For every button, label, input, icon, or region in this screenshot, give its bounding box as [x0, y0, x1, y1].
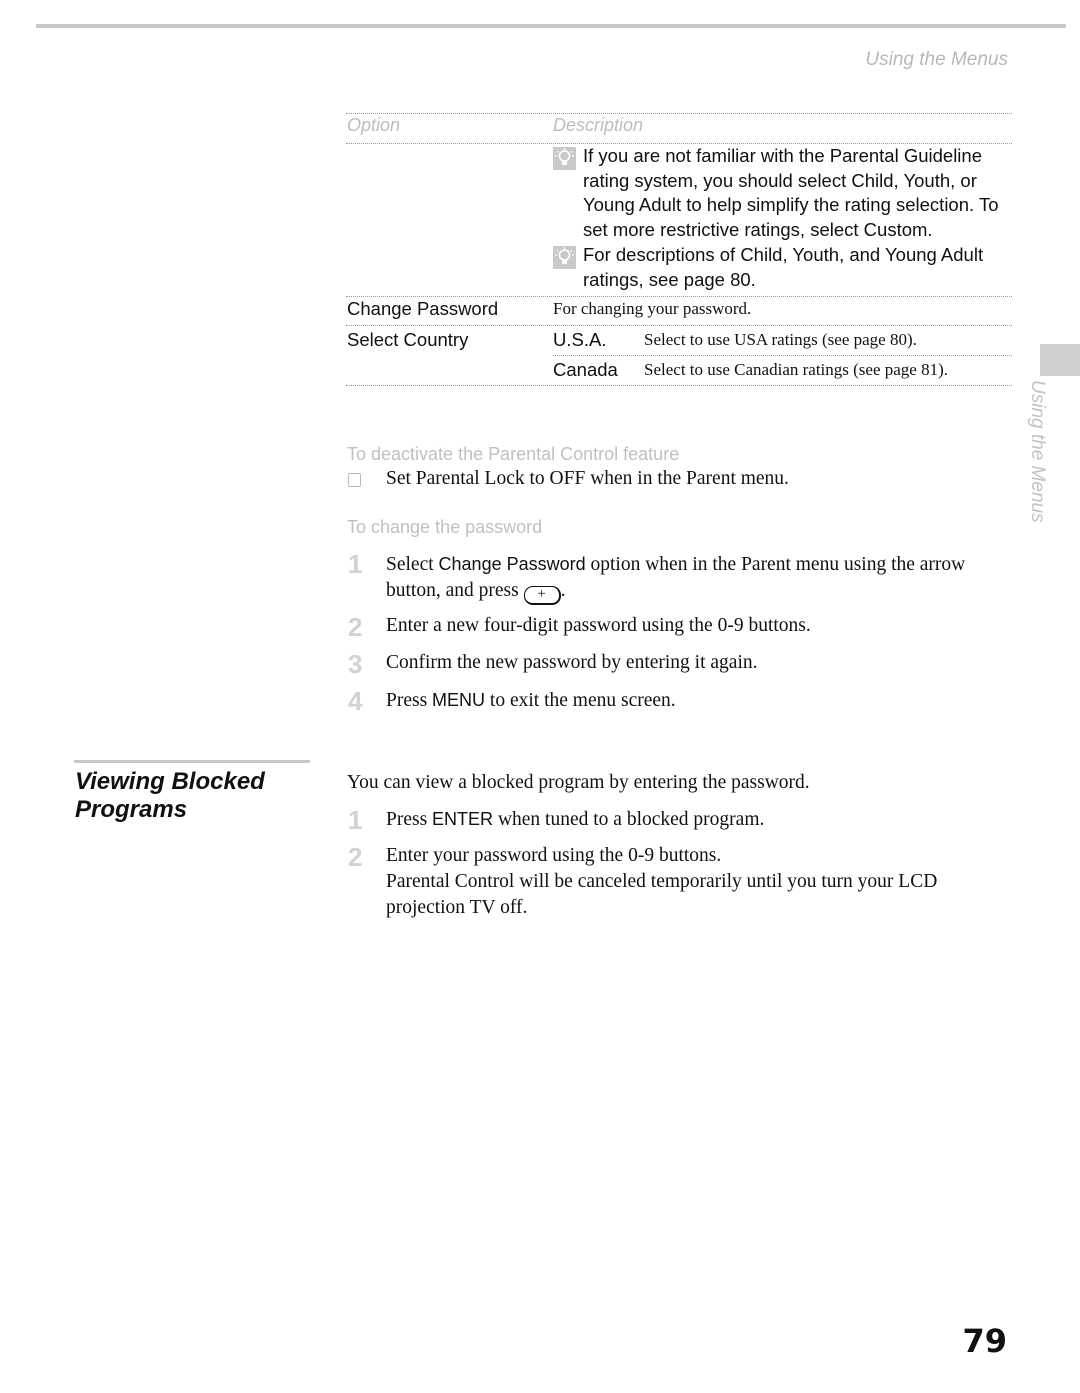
- table-rule: [346, 385, 1012, 386]
- country-usa: U.S.A.: [553, 329, 607, 350]
- step-number-2: 2: [348, 612, 363, 642]
- description-usa: Select to use USA ratings (see page 80).: [644, 330, 917, 349]
- description-change-password: For changing your password.: [553, 299, 752, 318]
- blocked-step-1-text: Press ENTER when tuned to a blocked prog…: [386, 809, 765, 830]
- blocked-step-2-main: Enter your password using the 0-9 button…: [386, 845, 722, 866]
- lightbulb-tip-icon: [553, 246, 576, 269]
- term-menu: MENU: [432, 690, 486, 710]
- step-number-2: 2: [348, 842, 363, 872]
- running-head: Using the Menus: [865, 49, 1008, 70]
- step-number-1: 1: [348, 805, 363, 835]
- tip-note: If you are not familiar with the Parenta…: [553, 144, 1003, 242]
- blocked-step-2-text: Enter your password using the 0-9 button…: [386, 843, 1016, 921]
- plus-button-icon: +: [523, 586, 561, 605]
- deactivate-text: Set Parental Lock to OFF when in the Par…: [386, 468, 789, 489]
- option-select-country: Select Country: [347, 329, 469, 350]
- step-1-text: Select Change Password option when in th…: [386, 551, 996, 605]
- table-rule: [553, 355, 1012, 356]
- tip-note: For descriptions of Child, Youth, and Yo…: [553, 243, 1003, 292]
- table-rule: [346, 113, 1012, 114]
- thumb-tab-marker: [1040, 344, 1080, 376]
- viewing-blocked-intro: You can view a blocked program by enteri…: [347, 772, 810, 793]
- blocked-step-2-note: Parental Control will be canceled tempor…: [386, 871, 938, 918]
- column-header-description: Description: [553, 115, 644, 135]
- description-canada: Select to use Canadian ratings (see page…: [644, 360, 949, 379]
- country-canada: Canada: [553, 359, 618, 380]
- tip-text: If you are not familiar with the Parenta…: [583, 145, 999, 240]
- step-number-3: 3: [348, 649, 363, 679]
- step-number-4: 4: [348, 686, 363, 716]
- top-rule: [36, 24, 1066, 28]
- side-tab-label: Using the Menus: [1027, 380, 1048, 523]
- step-number-1: 1: [348, 549, 363, 579]
- tip-text: For descriptions of Child, Youth, and Yo…: [583, 244, 984, 290]
- section-rule: [74, 760, 310, 763]
- deactivate-heading: To deactivate the Parental Control featu…: [347, 444, 680, 464]
- section-heading-viewing-blocked: Viewing Blocked Programs: [75, 768, 265, 823]
- step-4-text: Press MENU to exit the menu screen.: [386, 690, 676, 711]
- term-change-password: Change Password: [438, 554, 586, 574]
- lightbulb-tip-icon: [553, 147, 576, 170]
- step-2-text: Enter a new four-digit password using th…: [386, 615, 811, 636]
- column-header-option: Option: [347, 115, 401, 135]
- deactivate-instruction: Set Parental Lock to OFF when in the Par…: [386, 466, 789, 492]
- term-enter: ENTER: [432, 809, 494, 829]
- table-rule: [346, 325, 1012, 326]
- checkbox-bullet-icon: [348, 473, 361, 487]
- change-password-heading: To change the password: [347, 517, 543, 537]
- step-3-text: Confirm the new password by entering it …: [386, 652, 758, 673]
- page-number: 79: [962, 1322, 1007, 1360]
- option-change-password: Change Password: [347, 298, 499, 319]
